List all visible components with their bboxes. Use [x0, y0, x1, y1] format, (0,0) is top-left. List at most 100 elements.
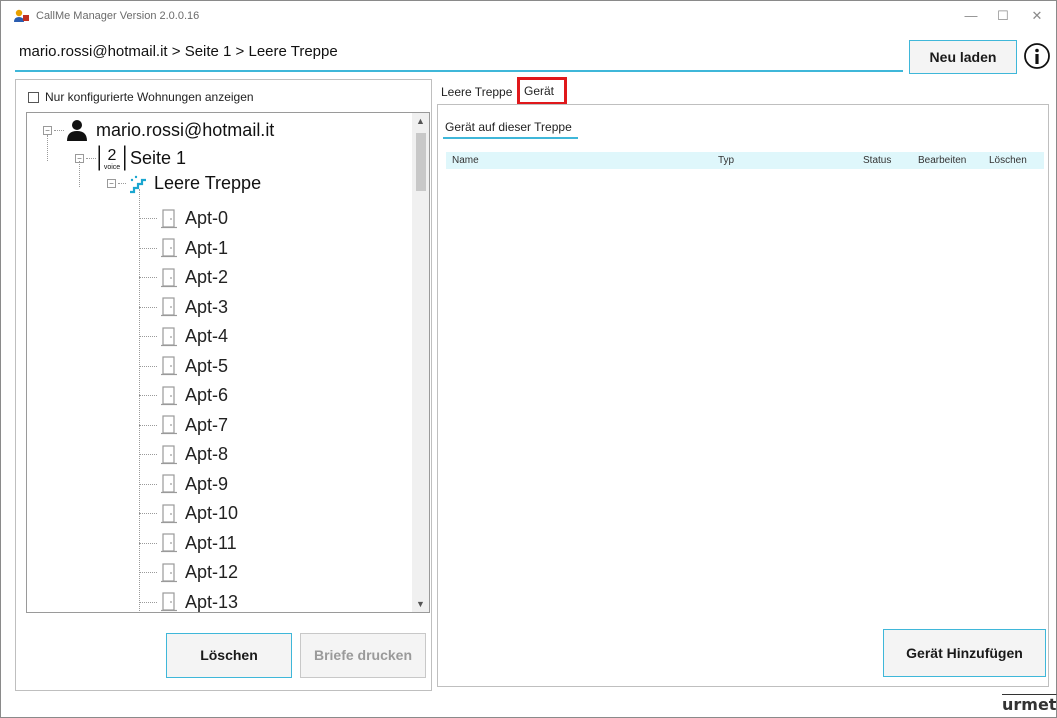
tree-node-account[interactable]: − mario.rossi@hotmail.it [43, 119, 274, 141]
tree-node-apartment[interactable]: Apt-12 [139, 562, 238, 583]
svg-text:2: 2 [108, 147, 117, 164]
tree-apartment-label: Apt-12 [185, 562, 239, 582]
column-delete[interactable]: Löschen [989, 155, 1027, 166]
collapse-toggle[interactable]: − [43, 125, 52, 135]
tree-apartment-label: Apt-3 [185, 296, 229, 317]
configured-only-row[interactable]: Nur konfigurierte Wohnungen anzeigen [28, 90, 254, 104]
reload-button[interactable]: Neu laden [909, 40, 1017, 74]
tree-connector [139, 306, 157, 308]
tree-node-apartment[interactable]: Apt-2 [139, 267, 228, 288]
door-icon [161, 326, 177, 346]
tree-apartment-label: Apt-6 [185, 385, 229, 405]
tree-node-apartment[interactable]: Apt-7 [139, 415, 228, 436]
configured-only-label: Nur konfigurierte Wohnungen anzeigen [45, 90, 254, 104]
2voice-icon: 2 voice [98, 145, 126, 171]
tree-apartment-label: Apt-4 [185, 326, 229, 346]
tree-apartment-label: Apt-5 [185, 355, 229, 376]
door-icon [161, 592, 177, 612]
collapse-toggle[interactable]: − [107, 179, 116, 188]
minimize-button[interactable]: — [959, 7, 983, 25]
tree-connector [139, 247, 157, 249]
tree-node-apartment[interactable]: Apt-13 [139, 592, 238, 613]
tree-connector [139, 218, 157, 219]
tree-stair-label: Leere Treppe [154, 173, 262, 193]
tree-connector [139, 395, 157, 396]
tree-apartment-label: Apt-0 [185, 208, 229, 228]
breadcrumb-underline [15, 70, 903, 72]
tree-node-apartment[interactable]: Apt-1 [139, 238, 228, 259]
tree-apartment-label: Apt-2 [185, 267, 229, 287]
breadcrumb: mario.rossi@hotmail.it > Seite 1 > Leere… [19, 43, 338, 60]
close-button[interactable]: ✕ [1025, 7, 1049, 25]
section-underline [443, 137, 578, 139]
tree-connector [139, 542, 157, 544]
tab-device[interactable]: Gerät [517, 77, 567, 105]
tab-empty-stair[interactable]: Leere Treppe [437, 81, 516, 103]
delete-button[interactable]: Löschen [166, 633, 292, 678]
right-panel: Leere Treppe Gerät Gerät auf dieser Trep… [437, 77, 1049, 689]
tree-apartment-label: Apt-1 [185, 237, 229, 258]
tree-node-apartment[interactable]: Apt-0 [139, 208, 228, 229]
user-app-icon [14, 9, 29, 22]
tree-node-apartment[interactable]: Apt-11 [139, 533, 237, 554]
door-icon [161, 297, 177, 317]
add-device-button[interactable]: Gerät Hinzufügen [883, 629, 1046, 677]
tree-apartment-label: Apt-9 [185, 473, 229, 494]
tree-connector [139, 483, 157, 485]
tree-connector [139, 336, 157, 337]
column-edit[interactable]: Bearbeiten [918, 155, 966, 166]
tree-connector [139, 601, 157, 603]
scroll-up-icon[interactable]: ▲ [412, 113, 429, 129]
title-bar: CallMe Manager Version 2.0.0.16 — ☐ ✕ [1, 1, 1056, 31]
tree-apartment-label: Apt-10 [185, 503, 239, 523]
door-icon [161, 444, 177, 464]
door-icon [161, 503, 177, 523]
door-icon [161, 238, 177, 258]
tree-connector [139, 513, 157, 514]
tree-node-apartment[interactable]: Apt-10 [139, 503, 238, 524]
tree-account-label: mario.rossi@hotmail.it [96, 119, 275, 140]
maximize-button[interactable]: ☐ [991, 7, 1015, 25]
door-icon [161, 562, 177, 582]
tree-connector [139, 424, 157, 426]
tree-node-page[interactable]: − 2 voice Seite 1 [75, 145, 186, 171]
tree-node-apartment[interactable]: Apt-8 [139, 444, 228, 465]
stairs-icon [130, 175, 146, 193]
svg-text:voice: voice [104, 164, 120, 171]
door-icon [161, 208, 177, 228]
scroll-down-icon[interactable]: ▼ [412, 596, 429, 612]
app-window: CallMe Manager Version 2.0.0.16 — ☐ ✕ ma… [0, 0, 1057, 718]
tree-node-apartment[interactable]: Apt-3 [139, 297, 228, 318]
tree-connector [139, 572, 157, 573]
door-icon [161, 385, 177, 405]
column-name[interactable]: Name [452, 155, 479, 166]
tree-node-apartment[interactable]: Apt-6 [139, 385, 228, 406]
door-icon [161, 267, 177, 287]
tree-connector [79, 161, 80, 187]
door-icon [161, 474, 177, 494]
column-status[interactable]: Status [863, 155, 891, 166]
urmet-logo: urmet [1002, 695, 1057, 714]
tree-node-stair[interactable]: − Leere Treppe [107, 173, 261, 194]
tree-connector [139, 277, 157, 278]
door-icon [161, 356, 177, 376]
configured-only-checkbox[interactable] [28, 91, 39, 103]
section-title: Gerät auf dieser Treppe [445, 120, 572, 134]
info-icon[interactable] [1023, 42, 1051, 70]
scroll-thumb[interactable] [416, 133, 426, 191]
tree-node-apartment[interactable]: Apt-9 [139, 474, 228, 495]
tree-node-apartment[interactable]: Apt-5 [139, 356, 228, 377]
tree-apartment-label: Apt-7 [185, 414, 229, 435]
door-icon [161, 533, 177, 553]
tree-connector [139, 365, 157, 367]
tree-page-label: Seite 1 [130, 147, 187, 168]
print-letters-button[interactable]: Briefe drucken [300, 633, 426, 678]
tree-apartment-label: Apt-13 [185, 591, 239, 612]
window-title: CallMe Manager Version 2.0.0.16 [36, 10, 200, 22]
tree-node-apartment[interactable]: Apt-4 [139, 326, 228, 347]
tree-apartment-label: Apt-8 [185, 444, 229, 464]
column-type[interactable]: Typ [718, 155, 734, 166]
tree-scrollbar[interactable]: ▲ ▼ [412, 113, 429, 612]
user-icon [67, 120, 87, 141]
apartment-tree[interactable]: − mario.rossi@hotmail.it − 2 voice Seite… [26, 112, 430, 613]
